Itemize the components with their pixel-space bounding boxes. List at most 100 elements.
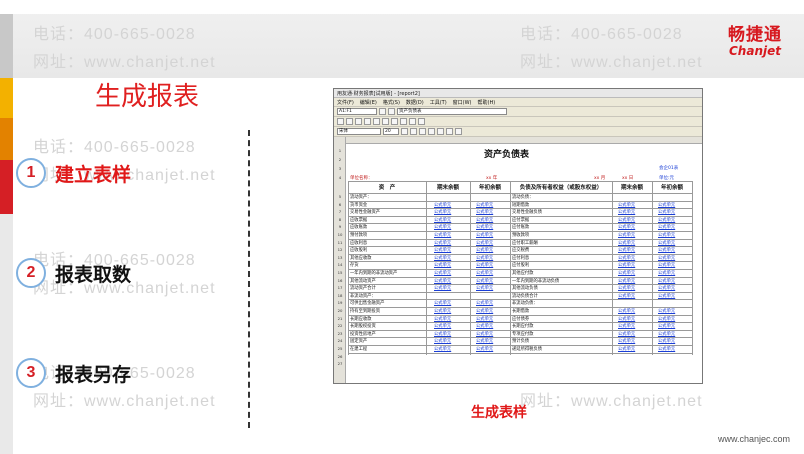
border-icon[interactable] [455, 128, 462, 135]
formula-cell: 公式单元 [658, 339, 676, 345]
liability-item-label: 预收款项 [512, 233, 530, 238]
cell-ref-box[interactable]: A1:F1 [337, 108, 377, 115]
formula-cell: 公式单元 [658, 248, 676, 254]
formula-cell: 公式单元 [658, 225, 676, 231]
formula-cell: 公式单元 [476, 248, 494, 254]
formula-cell: 公式单元 [658, 286, 676, 292]
header-top-strip [0, 0, 804, 14]
formula-cell: 公式单元 [658, 309, 676, 314]
formula-cell: 公式单元 [476, 210, 494, 216]
grid-row-line [348, 181, 692, 182]
column-header-bar [346, 137, 702, 144]
font-name-select[interactable]: 宋体 [337, 128, 381, 135]
formula-cell: 公式单元 [476, 202, 494, 208]
asset-item-label: 流动资产合计 [350, 286, 376, 292]
formula-cell: 公式单元 [434, 271, 452, 276]
new-file-icon[interactable] [337, 118, 344, 125]
chart-icon[interactable] [409, 118, 416, 125]
formula-cell: 公式单元 [658, 255, 676, 261]
liability-item-label: 流动负债合计 [512, 293, 538, 299]
formula-cell: 公式单元 [658, 347, 676, 352]
app-window-title: 用友通·财务报表[试用版] - [report2] [337, 90, 420, 97]
formula-cell: 公式单元 [658, 210, 676, 216]
font-size-select[interactable]: 20 [383, 128, 399, 135]
formula-cell: 公式单元 [618, 339, 636, 345]
watermark-url: 网址：www.chanjet.net [33, 393, 216, 410]
open-file-icon[interactable] [346, 118, 353, 125]
formula-cell: 公式单元 [434, 202, 452, 208]
underline-icon[interactable] [419, 128, 426, 135]
menu-help[interactable]: 帮助(H) [478, 99, 496, 106]
formula-cell: 公式单元 [618, 217, 636, 223]
report-grid[interactable]: 资产负债表 单位名称： xx 年 xx 月 xx 日会企01表 单位:元资 产期末余额 年初… [334, 137, 702, 383]
grid-col-line [612, 181, 613, 355]
liability-item-label: 应付职工薪酬 [512, 240, 538, 246]
sum-icon[interactable] [400, 118, 407, 125]
copy-icon[interactable] [382, 118, 389, 125]
watermark-phone: 电话：400-665-0028 [33, 26, 196, 43]
step-fetch-data[interactable]: 2 报表取数 [16, 258, 131, 288]
grid-col-line [692, 181, 693, 355]
menu-data[interactable]: 数据(D) [406, 99, 424, 106]
row-number: 20 [337, 308, 343, 313]
formula-cell: 公式单元 [618, 324, 636, 330]
grid-col-line [470, 181, 471, 355]
cancel-icon[interactable] [379, 108, 386, 115]
liability-item-label: 递延所得税负债 [512, 347, 543, 352]
menu-window[interactable]: 窗口(W) [453, 99, 472, 106]
step-build-template[interactable]: 1 建立表样 [16, 158, 131, 188]
report-form-no: 会企01表 [659, 166, 679, 171]
align-right-icon[interactable] [446, 128, 453, 135]
row-number: 6 [338, 201, 342, 207]
formula-input[interactable]: 资产负债表 [397, 108, 507, 115]
formula-cell: 公式单元 [476, 309, 494, 314]
align-left-icon[interactable] [428, 128, 435, 135]
print-icon[interactable] [364, 118, 371, 125]
formula-cell: 公式单元 [618, 286, 636, 292]
paste-icon[interactable] [391, 118, 398, 125]
save-icon[interactable] [355, 118, 362, 125]
step-save-as[interactable]: 3 报表另存 [16, 358, 131, 388]
step-label: 报表取数 [55, 263, 132, 286]
cut-icon[interactable] [373, 118, 380, 125]
report-header-cell: 年初余额 [478, 185, 501, 191]
asset-item-label: 预付款项 [350, 233, 368, 238]
menu-format[interactable]: 格式(S) [383, 99, 400, 106]
formula-cell: 公式单元 [434, 217, 452, 223]
app-menu-bar: 文件(F) 编辑(E) 格式(S) 数据(D) 工具(T) 窗口(W) 帮助(H… [334, 98, 702, 107]
italic-icon[interactable] [410, 128, 417, 135]
asset-item-label: 应收票据 [350, 217, 368, 223]
formula-cell: 公式单元 [434, 225, 452, 231]
side-bar-yellow [0, 78, 13, 118]
report-app-window: 用友通·财务报表[试用版] - [report2] 文件(F) 编辑(E) 格式… [333, 88, 703, 384]
row-number: 10 [337, 232, 343, 237]
liability-item-label: 应付利息 [512, 255, 530, 261]
asset-item-label: 固定资产 [350, 339, 368, 345]
liability-item-label: 应付票据 [512, 217, 530, 223]
bold-icon[interactable] [401, 128, 408, 135]
liability-item-label: 应付账款 [512, 225, 530, 231]
align-center-icon[interactable] [437, 128, 444, 135]
formula-cell: 公式单元 [658, 331, 676, 337]
report-header-cell: 期末余额 [620, 185, 643, 191]
formula-cell: 公式单元 [434, 233, 452, 238]
formula-cell: 公式单元 [618, 202, 636, 208]
menu-file[interactable]: 文件(F) [337, 99, 354, 106]
menu-edit[interactable]: 编辑(E) [360, 99, 377, 106]
help-icon[interactable] [418, 118, 425, 125]
side-bar-red [0, 160, 13, 214]
step-number-badge: 1 [16, 158, 46, 188]
watermark-phone: 电话：400-665-0028 [520, 26, 683, 43]
row-number: 7 [338, 209, 342, 215]
row-number: 24 [337, 338, 343, 344]
formula-cell: 公式单元 [476, 278, 494, 284]
confirm-icon[interactable] [388, 108, 395, 115]
liability-item-label: 交易性金融负债 [512, 210, 543, 216]
menu-tools[interactable]: 工具(T) [430, 99, 447, 106]
dashed-divider [248, 130, 250, 428]
formula-cell: 公式单元 [434, 324, 452, 330]
asset-item-label: 其他应收款 [350, 255, 372, 261]
report-header-cell: 资 产 [378, 185, 396, 191]
asset-item-label: 应收利息 [350, 240, 368, 246]
formula-cell: 公式单元 [658, 293, 676, 299]
